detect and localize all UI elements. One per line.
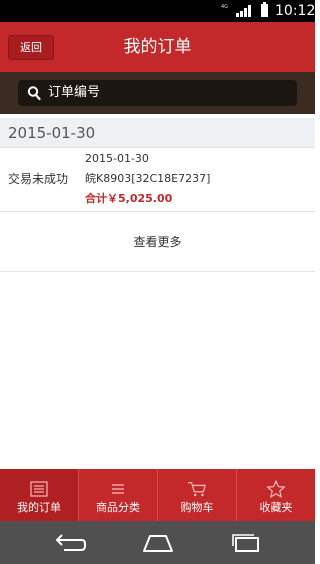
search-input[interactable]: 订单编号	[18, 80, 297, 106]
tab-label: 我的订单	[17, 501, 61, 514]
search-bar: 订单编号	[0, 72, 315, 114]
signal-icon	[236, 5, 254, 17]
tab-bar: 我的订单 商品分类 购物车 收藏夹	[0, 469, 315, 521]
order-total: 合计￥5,025.00	[85, 192, 173, 205]
list-icon	[30, 481, 48, 497]
tab-categories[interactable]: 商品分类	[79, 469, 157, 521]
order-status: 交易未成功	[8, 172, 69, 186]
order-date: 2015-01-30	[85, 152, 149, 165]
order-id: 皖K8903[32C18E7237]	[85, 172, 211, 185]
tab-label: 商品分类	[96, 501, 140, 514]
network-type: 4G	[221, 4, 229, 10]
recent-apps-icon[interactable]	[228, 532, 264, 554]
status-bar: 4G 10:12	[0, 0, 315, 22]
order-list-item[interactable]: 交易未成功 2015-01-30 皖K8903[32C18E7237] 合计￥5…	[0, 148, 315, 212]
tab-my-orders[interactable]: 我的订单	[0, 469, 78, 521]
tab-label: 购物车	[180, 501, 214, 514]
tab-cart[interactable]: 购物车	[158, 469, 236, 521]
order-group-date: 2015-01-30	[8, 124, 96, 142]
view-more-button[interactable]: 查看更多	[0, 212, 315, 272]
order-group-header: 2015-01-30	[0, 118, 315, 148]
cart-icon	[187, 482, 206, 497]
back-icon[interactable]	[52, 532, 88, 554]
system-nav-bar	[0, 521, 315, 564]
battery-icon	[261, 2, 268, 17]
search-icon	[27, 86, 41, 101]
page-title: 我的订单	[123, 37, 192, 57]
tab-favorites[interactable]: 收藏夹	[237, 469, 315, 521]
search-placeholder: 订单编号	[48, 85, 101, 100]
clock: 10:12	[275, 3, 316, 19]
tab-label: 收藏夹	[259, 501, 293, 514]
star-icon	[266, 480, 286, 498]
home-icon[interactable]	[140, 532, 176, 554]
app-header: 返回 我的订单	[0, 22, 315, 72]
menu-icon	[112, 484, 124, 494]
